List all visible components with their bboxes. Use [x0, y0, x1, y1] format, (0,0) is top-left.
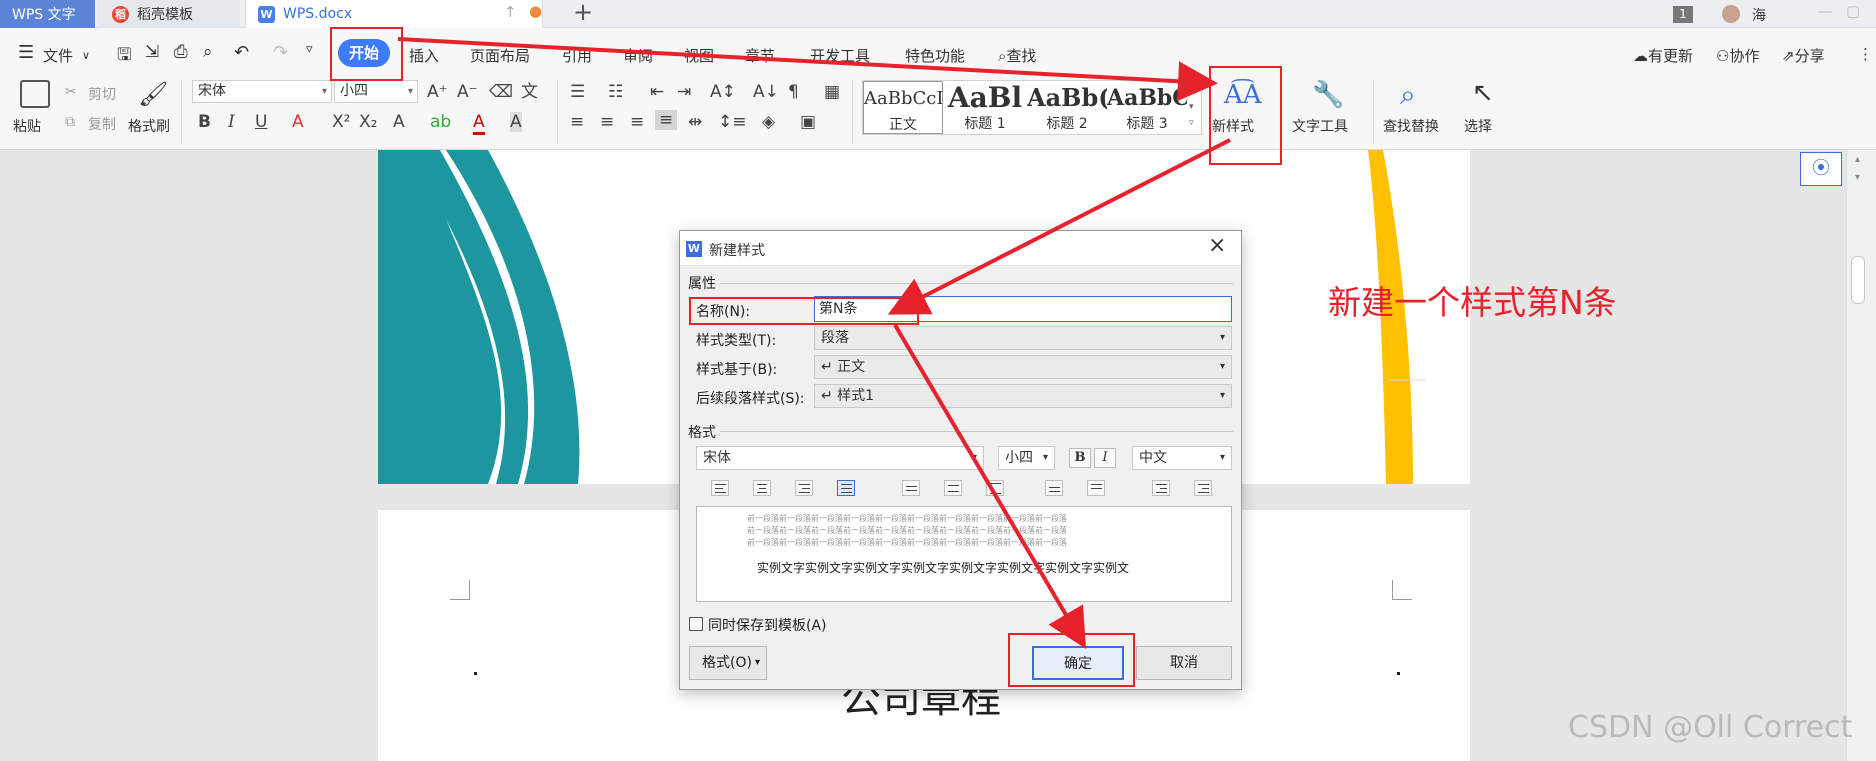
watermark: CSDN @Oll Correct: [1568, 710, 1853, 745]
annotation-arrows: [397, 37, 1231, 649]
annotation-text: 新建一个样式第N条: [1328, 283, 1617, 322]
